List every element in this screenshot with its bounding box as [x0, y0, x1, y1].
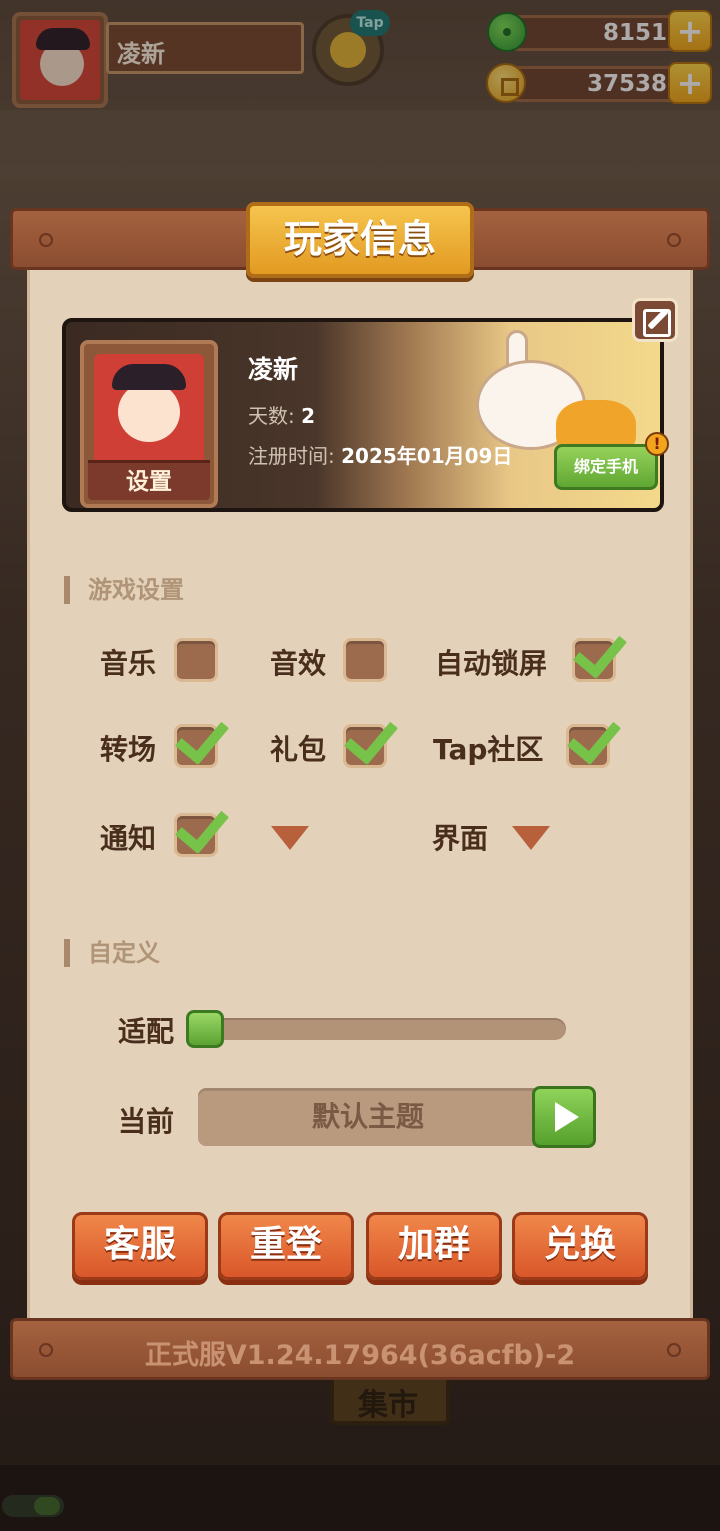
autolock-checkbox[interactable] [572, 638, 616, 682]
version-text: 正式服V1.24.17964(36acfb)-2 [144, 1340, 576, 1371]
days-played: 天数: 2 [248, 404, 316, 428]
nail-icon [39, 233, 53, 247]
register-time: 注册时间: 2025年01月09日 [248, 444, 513, 468]
option-label-notify: 通知 [100, 822, 157, 855]
custom-header: 自定义 [64, 939, 160, 967]
nail-icon [667, 233, 681, 247]
chevron-down-icon[interactable] [271, 826, 309, 850]
avatar-image [94, 354, 204, 474]
fit-label: 适配 [118, 1015, 175, 1048]
relogin-button[interactable]: 重登 [218, 1212, 354, 1280]
play-icon[interactable] [532, 1086, 596, 1148]
alert-icon: ! [645, 432, 669, 456]
scroll-rod-bottom: 正式服V1.24.17964(36acfb)-2 [10, 1318, 710, 1380]
option-label-transition: 转场 [100, 733, 157, 766]
theme-field: 默认主题 [198, 1088, 578, 1146]
option-label-sound: 音效 [270, 647, 327, 680]
profile-avatar[interactable]: 设置 [80, 340, 218, 508]
game-settings-header: 游戏设置 [64, 576, 184, 604]
join-group-button[interactable]: 加群 [366, 1212, 502, 1280]
option-label-music: 音乐 [100, 647, 157, 680]
notify-checkbox[interactable] [174, 813, 218, 857]
sound-checkbox[interactable] [343, 638, 387, 682]
option-label-giftpack: 礼包 [270, 733, 327, 766]
interface-dropdown-icon[interactable] [512, 826, 550, 850]
fit-slider-knob[interactable] [186, 1010, 224, 1048]
profile-name: 凌新 [248, 355, 299, 384]
edit-icon[interactable] [632, 298, 678, 342]
redeem-button[interactable]: 兑换 [512, 1212, 648, 1280]
dialog-title: 玩家信息 [246, 202, 474, 278]
giftpack-checkbox[interactable] [343, 724, 387, 768]
current-label: 当前 [118, 1105, 175, 1138]
option-label-interface: 界面 [432, 822, 489, 855]
bind-phone-button[interactable]: 绑定手机 [554, 444, 658, 490]
option-label-tap-community: Tap社区 [433, 733, 544, 766]
fit-slider[interactable] [200, 1018, 566, 1040]
tap-community-checkbox[interactable] [566, 724, 610, 768]
option-label-autolock: 自动锁屏 [435, 647, 548, 680]
music-checkbox[interactable] [174, 638, 218, 682]
transition-checkbox[interactable] [174, 724, 218, 768]
avatar-settings-button[interactable]: 设置 [88, 460, 210, 500]
customer-service-button[interactable]: 客服 [72, 1212, 208, 1280]
